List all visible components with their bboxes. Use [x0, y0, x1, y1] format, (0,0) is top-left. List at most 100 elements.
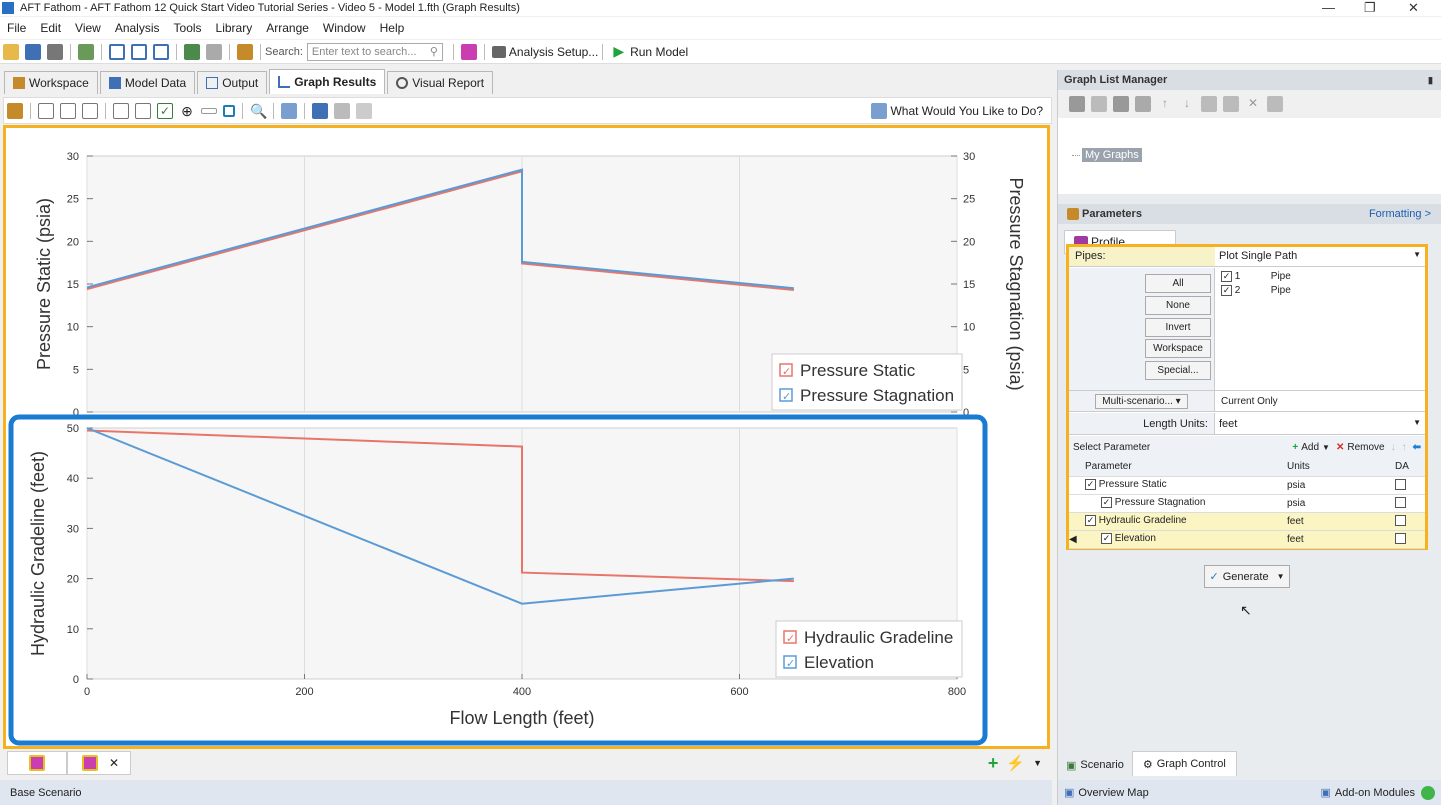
columns-icon[interactable] — [82, 102, 98, 119]
table-row[interactable]: ✓ Pressure Stagnation psia — [1069, 494, 1425, 513]
units-cell[interactable]: psia — [1287, 476, 1395, 495]
add-graph-list-icon[interactable] — [1069, 96, 1085, 112]
length-units-select[interactable]: feet ▼ — [1215, 418, 1425, 430]
da-checkbox[interactable] — [1395, 497, 1406, 509]
units-cell[interactable]: psia — [1287, 494, 1395, 513]
units-cell[interactable]: feet — [1287, 530, 1395, 549]
copy-icon[interactable] — [78, 43, 94, 60]
table-row[interactable]: ◀ ✓ Elevation feet — [1069, 530, 1425, 549]
flask-icon[interactable] — [460, 43, 477, 60]
pipe-checkbox[interactable]: ✓ — [1221, 271, 1232, 282]
down-arrow-icon[interactable]: ↓ — [1179, 96, 1195, 112]
tab-output[interactable]: Output — [197, 71, 268, 94]
add-graph-icon[interactable]: + — [988, 753, 999, 774]
pipe-item[interactable]: ✓ 2 Pipe — [1221, 285, 1291, 299]
formatting-link[interactable]: Formatting > — [1369, 208, 1431, 220]
workspace-button[interactable]: Workspace — [1145, 339, 1211, 358]
axis-icon[interactable] — [113, 102, 129, 119]
tab-graph-results[interactable]: Graph Results — [269, 69, 386, 94]
legend-icon[interactable] — [135, 102, 151, 119]
square-icon[interactable] — [223, 104, 235, 117]
folder-icon[interactable] — [1091, 96, 1107, 112]
da-cell[interactable] — [1395, 530, 1425, 549]
overview-map-button[interactable]: Overview Map — [1078, 787, 1148, 799]
save-list-icon[interactable] — [1135, 96, 1151, 112]
da-cell[interactable] — [1395, 494, 1425, 513]
param-checkbox[interactable]: ✓ — [1085, 479, 1096, 491]
tab-workspace[interactable]: Workspace — [4, 71, 98, 94]
help-link[interactable]: What Would You Like to Do? — [890, 104, 1043, 118]
layout-split-h-icon[interactable] — [153, 43, 169, 60]
tab-graph-control[interactable]: ⚙ Graph Control — [1131, 751, 1237, 776]
animation-icon[interactable] — [312, 102, 328, 119]
tab-scenario[interactable]: ▣ Scenario — [1058, 754, 1132, 776]
tab-visual-report[interactable]: Visual Report — [387, 71, 494, 94]
zoom-icon[interactable]: 🔍 — [250, 103, 267, 119]
lightning-icon[interactable]: ⚡ — [1006, 754, 1025, 772]
checkbox-icon[interactable]: ✓ — [157, 102, 173, 119]
param-checkbox[interactable]: ✓ — [1085, 515, 1096, 527]
da-cell[interactable] — [1395, 512, 1425, 531]
da-cell[interactable] — [1395, 476, 1425, 495]
search-input[interactable]: Enter text to search... ⚲ — [306, 42, 443, 61]
refresh-icon[interactable] — [1113, 96, 1129, 112]
da-checkbox[interactable] — [1395, 533, 1406, 545]
remove-button[interactable]: Remove — [1347, 442, 1384, 453]
pipes-select[interactable]: Plot Single Path ▼ — [1215, 247, 1425, 266]
copy-graph-icon[interactable] — [38, 102, 54, 119]
pipe-checkbox[interactable]: ✓ — [1221, 285, 1232, 296]
notes-icon[interactable] — [237, 43, 253, 60]
restore-icon[interactable]: ❐ — [1364, 0, 1376, 16]
special-button[interactable]: Special... — [1145, 361, 1211, 380]
generate-button[interactable]: ✓ Generate ▼ — [1204, 565, 1290, 588]
chevron-down-icon[interactable]: ▼ — [1033, 758, 1042, 768]
delete-icon[interactable]: ✕ — [1245, 96, 1261, 112]
parameter-cell[interactable]: ✓ Hydraulic Gradeline — [1085, 512, 1287, 531]
minimize-icon[interactable]: — — [1322, 0, 1335, 15]
parameter-cell[interactable]: ✓ Pressure Stagnation — [1085, 494, 1287, 513]
run-model-button[interactable]: Run Model — [630, 45, 688, 59]
my-graphs-item[interactable]: My Graphs — [1082, 148, 1142, 162]
search-icon[interactable]: ⚲ — [430, 45, 438, 58]
table-row[interactable]: ✓ Pressure Static psia — [1069, 476, 1425, 495]
pipe-item[interactable]: ✓ 1 Pipe — [1221, 271, 1291, 285]
graph-tab-2[interactable]: ✕ — [67, 751, 131, 775]
up-arrow-icon[interactable]: ↑ — [1157, 96, 1173, 112]
param-checkbox[interactable]: ✓ — [1101, 533, 1112, 545]
export-icon[interactable] — [60, 102, 76, 119]
all-button[interactable]: All — [1145, 274, 1211, 293]
menu-arrange[interactable]: Arrange — [259, 21, 316, 35]
back-arrow-icon[interactable]: ⬅ — [1413, 442, 1421, 453]
copy-list-icon[interactable] — [1223, 96, 1239, 112]
save-icon[interactable] — [25, 43, 41, 60]
pin-icon[interactable]: ▮ — [1428, 75, 1433, 86]
add-button[interactable]: Add — [1301, 442, 1319, 453]
units-cell[interactable]: feet — [1287, 512, 1395, 531]
menu-edit[interactable]: Edit — [33, 21, 68, 35]
parameter-cell[interactable]: ✓ Elevation — [1085, 530, 1287, 549]
crosshair-icon[interactable]: ⊕ — [179, 103, 195, 119]
da-checkbox[interactable] — [1395, 479, 1406, 491]
graph-tab-1[interactable] — [7, 751, 67, 775]
table-row[interactable]: ✓ Hydraulic Gradeline feet — [1069, 512, 1425, 531]
param-checkbox[interactable]: ✓ — [1101, 497, 1112, 509]
move-down-icon[interactable]: ↓ — [1391, 442, 1396, 453]
grid-icon[interactable] — [206, 43, 222, 60]
edit-graph-icon[interactable] — [7, 102, 23, 119]
menu-file[interactable]: File — [0, 21, 33, 35]
invert-button[interactable]: Invert — [1145, 318, 1211, 337]
close-icon[interactable]: ✕ — [1408, 0, 1419, 16]
move-up-icon[interactable]: ↑ — [1402, 442, 1407, 453]
menu-tools[interactable]: Tools — [167, 21, 209, 35]
ruler-icon[interactable] — [201, 107, 217, 114]
menu-library[interactable]: Library — [209, 21, 260, 35]
da-checkbox[interactable] — [1395, 515, 1406, 527]
menu-analysis[interactable]: Analysis — [108, 21, 167, 35]
parameter-cell[interactable]: ✓ Pressure Static — [1085, 476, 1287, 495]
multi-scenario-button[interactable]: Multi-scenario... ▾ — [1095, 393, 1188, 409]
tab-model-data[interactable]: Model Data — [99, 71, 196, 94]
menu-view[interactable]: View — [68, 21, 108, 35]
close-tab-icon[interactable]: ✕ — [109, 756, 119, 770]
addon-modules-button[interactable]: Add-on Modules — [1335, 787, 1415, 799]
menu-help[interactable]: Help — [373, 21, 412, 35]
